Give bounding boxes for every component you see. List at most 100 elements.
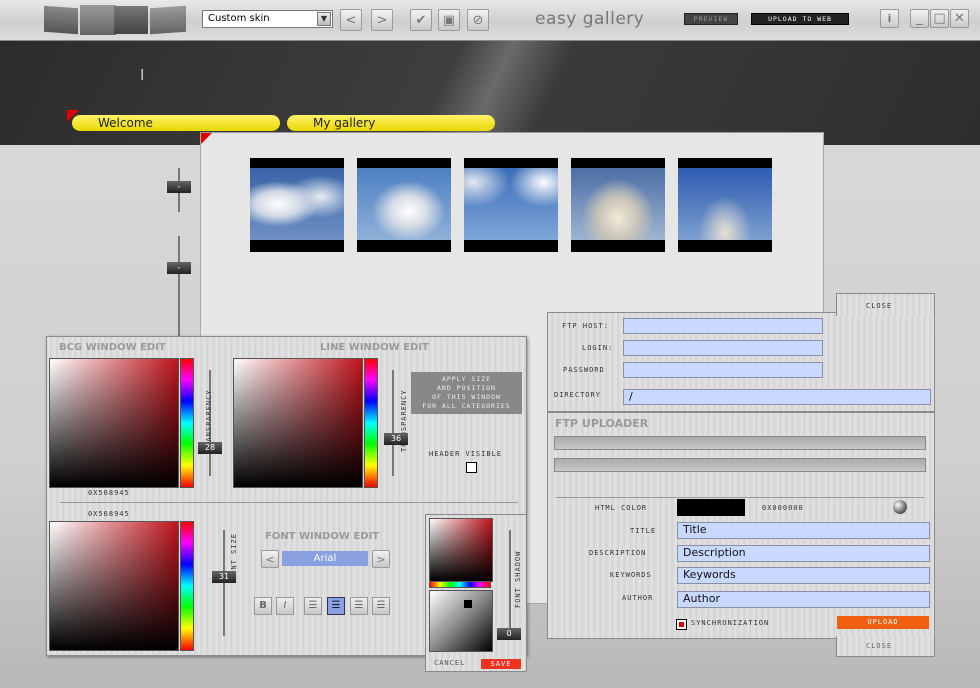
description-field[interactable]: Description (677, 545, 930, 562)
bcg-transparency-knob[interactable]: 28 (198, 442, 222, 454)
title-field[interactable]: Title (677, 522, 930, 539)
font-size-knob[interactable]: 31 (212, 571, 236, 583)
gallery-thumb[interactable] (571, 158, 665, 252)
cancel-tool-button[interactable]: ⊘ (467, 9, 489, 31)
tab-welcome[interactable]: Welcome (72, 115, 280, 131)
app-logo (44, 5, 190, 35)
bold-button[interactable]: B (254, 597, 272, 615)
minimize-icon: _ (916, 11, 923, 26)
gallery-thumb[interactable] (357, 158, 451, 252)
minimize-button[interactable]: _ (910, 9, 929, 28)
top-toolbar: Custom skin ▼ < > ✔ ▣ ⊘ easy gallery PRE… (0, 0, 980, 41)
align-right-icon: ☰ (354, 600, 364, 611)
upload-to-web-button[interactable]: UPLOAD TO WEB (751, 13, 849, 25)
ftp-password-field[interactable] (623, 362, 823, 378)
italic-button[interactable]: I (276, 597, 294, 615)
line-hue-slider[interactable] (364, 358, 378, 488)
header-visible-checkbox[interactable] (466, 462, 477, 473)
forbidden-icon: ⊘ (472, 12, 484, 28)
header-visible-label: HEADER VISIBLE (429, 450, 503, 458)
arrow-left-icon: < (345, 12, 357, 28)
bcg-panel-title: BCG WINDOW EDIT (59, 342, 166, 353)
arrow-left-icon: < (265, 552, 275, 566)
back-button[interactable]: < (340, 9, 362, 31)
bcg-color-hex: 0X568945 (88, 489, 130, 497)
bcg-hue-slider[interactable] (180, 358, 194, 488)
font-shadow-track (509, 530, 511, 630)
maximize-button[interactable]: □ (930, 9, 949, 28)
app-title: easy gallery (535, 9, 645, 29)
gallery-thumb[interactable] (250, 158, 344, 252)
tab-corner-icon (67, 110, 79, 122)
shadow-picker-marker (464, 600, 472, 608)
html-color-swatch[interactable] (677, 499, 745, 516)
align-left-icon: ☰ (308, 600, 318, 611)
divider (60, 502, 518, 503)
align-right-button[interactable]: ☰ (350, 597, 368, 615)
font-panel-title: FONT WINDOW EDIT (265, 531, 380, 542)
apply-all-categories-button[interactable]: APPLY SIZE AND POSITION OF THIS WINDOW F… (411, 372, 522, 414)
font-shadow-knob[interactable]: 0 (497, 628, 521, 640)
description-label: DESCRIPTION (589, 549, 647, 557)
line-color-picker[interactable] (233, 358, 363, 488)
ftp-login-field[interactable] (623, 340, 823, 356)
left-slider-knob-1[interactable]: - (167, 181, 191, 193)
bcg-color-picker[interactable] (49, 358, 179, 488)
ftp-close-button[interactable]: CLOSE (866, 302, 892, 310)
checkbox-mark-icon (679, 622, 684, 627)
cancel-button[interactable]: CANCEL (434, 659, 465, 667)
arrow-right-icon: > (376, 12, 388, 28)
shadow-gray-picker[interactable] (429, 590, 493, 652)
font-next-button[interactable]: > (372, 550, 390, 568)
save-button[interactable]: SAVE (481, 659, 521, 669)
gallery-corner-icon (201, 133, 212, 144)
info-icon: i (887, 12, 892, 25)
preview-button[interactable]: PREVIEW (684, 13, 738, 25)
left-slider-track-2 (178, 236, 180, 336)
font-color-picker[interactable] (49, 521, 179, 651)
confirm-button[interactable]: ✔ (410, 9, 432, 31)
thumb-image (250, 168, 344, 240)
font-size-track (223, 530, 225, 636)
lock-button[interactable]: ▣ (438, 9, 460, 31)
justify-button[interactable]: ☰ (372, 597, 390, 615)
line-transparency-knob[interactable]: 36 (384, 433, 408, 445)
globe-icon[interactable] (893, 500, 907, 514)
chevron-down-icon[interactable]: ▼ (317, 12, 331, 26)
author-label: AUTHOR (622, 594, 654, 602)
thumb-image (357, 168, 451, 240)
upload-progress-bar-1 (554, 436, 926, 450)
ftp-directory-field[interactable]: / (623, 389, 931, 405)
ftp-directory-label: DIRECTORY (554, 391, 601, 399)
keywords-field[interactable]: Keywords (677, 567, 930, 584)
upload-progress-bar-2 (554, 458, 926, 472)
tab-my-gallery[interactable]: My gallery (287, 115, 495, 131)
ftp-host-label: FTP HOST: (562, 322, 609, 330)
shadow-hue-slider[interactable] (429, 581, 491, 588)
upload-button[interactable]: UPLOAD (837, 616, 929, 629)
font-hue-slider[interactable] (180, 521, 194, 651)
synchronization-checkbox[interactable] (676, 619, 687, 630)
shadow-color-picker[interactable] (429, 518, 493, 582)
font-prev-button[interactable]: < (261, 550, 279, 568)
skin-select[interactable]: Custom skin ▼ (202, 10, 333, 28)
text-cursor-icon: I (140, 66, 145, 84)
check-icon: ✔ (415, 12, 427, 28)
line-color-hex: 0X568945 (88, 510, 130, 518)
gallery-thumb[interactable] (464, 158, 558, 252)
author-field[interactable]: Author (677, 591, 930, 608)
ftp-host-field[interactable] (623, 318, 823, 334)
tab-my-gallery-label: My gallery (313, 116, 376, 130)
forward-button[interactable]: > (371, 9, 393, 31)
thumb-image (678, 168, 772, 240)
align-left-button[interactable]: ☰ (304, 597, 322, 615)
info-button[interactable]: i (880, 9, 899, 28)
align-center-button[interactable]: ☰ (327, 597, 345, 615)
thumb-image (464, 168, 558, 240)
gallery-thumb[interactable] (678, 158, 772, 252)
close-window-button[interactable]: ✕ (950, 9, 969, 28)
uploader-close-button[interactable]: CLOSE (866, 642, 892, 650)
thumb-image (571, 168, 665, 240)
maximize-icon: □ (933, 11, 946, 26)
left-slider-knob-2[interactable]: - (167, 262, 191, 274)
